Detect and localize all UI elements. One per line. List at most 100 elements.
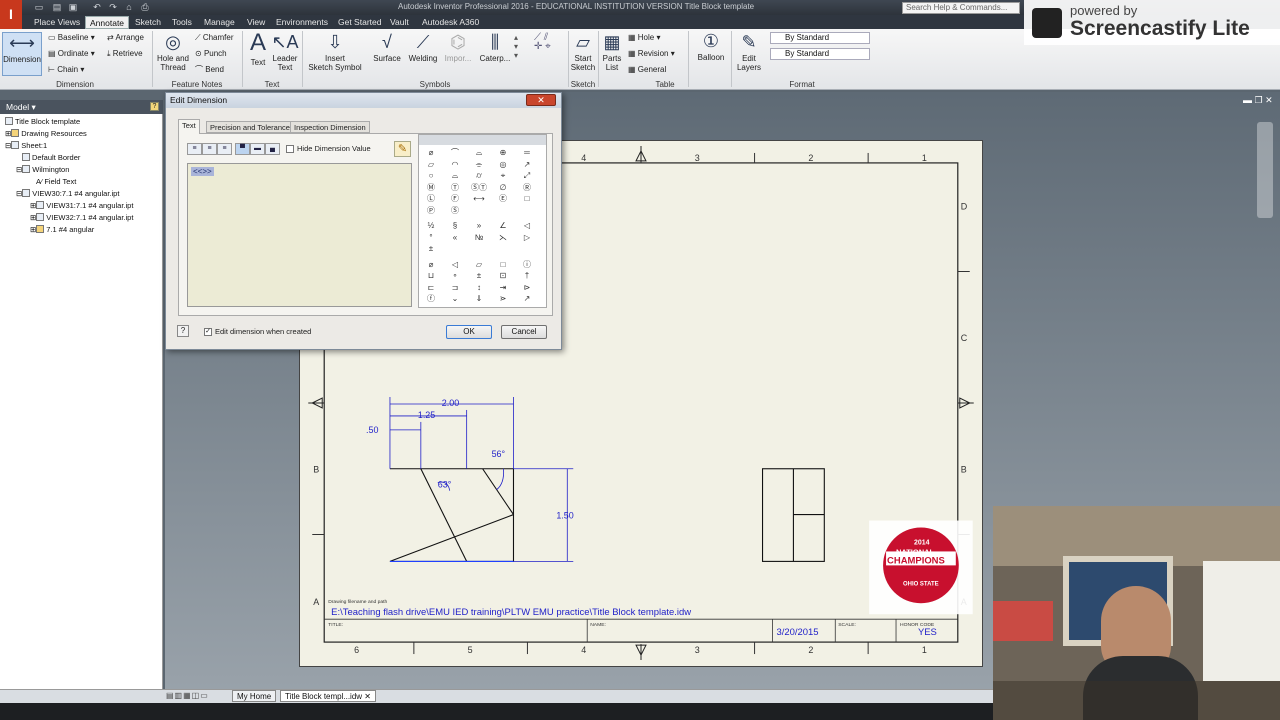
style-select-1[interactable]: By Standard <box>770 32 870 44</box>
edit-text-pencil-icon[interactable]: ✎ <box>394 141 411 157</box>
leader-text-button[interactable]: ↖A Leader Text <box>271 32 299 72</box>
navigation-bar[interactable] <box>1257 122 1273 218</box>
symbol-button[interactable]: $ <box>421 305 441 308</box>
symbol-button[interactable]: ⌖ <box>493 170 513 181</box>
tree-item-root[interactable]: Title Block template <box>5 117 80 127</box>
chamfer-button[interactable]: ⟋ Chamfer <box>195 33 234 42</box>
symbol-button[interactable] <box>517 305 537 308</box>
balloon-button[interactable]: ① Balloon <box>694 31 728 62</box>
redo-icon[interactable]: ↷ <box>108 2 118 12</box>
symbol-button[interactable]: ⊡ <box>493 270 513 281</box>
symbol-button[interactable]: ⓈⓉ <box>469 182 489 193</box>
dialog-close-button[interactable]: ✕ <box>526 94 556 106</box>
file-path[interactable]: E:\Teaching flash drive\EMU IED training… <box>331 607 691 618</box>
symbol-button[interactable]: ⊳ <box>517 282 537 293</box>
retrieve-button[interactable]: ⤓ Retrieve <box>107 49 143 58</box>
tab-inspection-dimension[interactable]: Inspection Dimension <box>290 121 370 133</box>
dim-56-deg[interactable]: 56° <box>492 449 506 459</box>
dim-1-25[interactable]: 1.25 <box>418 410 435 420</box>
symbol-button[interactable] <box>445 243 465 254</box>
symbol-button[interactable]: ∠ <box>493 220 513 231</box>
date-value[interactable]: 3/20/2015 <box>776 627 818 638</box>
symbol-button[interactable] <box>493 243 513 254</box>
symbol-button[interactable]: Ⓣ <box>445 182 465 193</box>
close-icon[interactable]: ✕ <box>364 692 371 701</box>
baseline-button[interactable]: ▭ Baseline ▾ <box>48 33 95 42</box>
symbol-button[interactable]: ↗ <box>517 159 537 170</box>
symbol-library[interactable]: ⌀ ⌒ ⌓ ⊕ ═ ▱ ◠ ⌯ ◎ ↗ ○ ⌓ ⌭ ⌖ ⤢ Ⓜ Ⓣ ⓈⓉ ∅ Ⓡ Ⓛ Ⓕ ⟷ Ⓔ □ Ⓟ Ⓢ ½ § » ∠ ◁ ° « № ⋋ ▷ ± ⌀… <box>418 134 547 308</box>
front-view[interactable] <box>389 468 515 562</box>
symbol-button[interactable] <box>517 243 537 254</box>
symbol-button[interactable]: □ <box>493 259 513 270</box>
cancel-button[interactable]: Cancel <box>501 325 547 339</box>
honor-value[interactable]: YES <box>918 627 937 638</box>
parts-list-button[interactable]: ▦ Parts List <box>601 32 623 72</box>
symbol-button[interactable]: ◁ <box>445 259 465 270</box>
symbol-button[interactable]: ⓘ <box>517 259 537 270</box>
symbol-filter-bar[interactable] <box>419 135 546 145</box>
tab-environments[interactable]: Environments <box>272 16 332 29</box>
symbol-button[interactable]: Ⓛ <box>421 193 441 204</box>
edit-when-created-checkbox[interactable]: ✓ <box>204 328 212 336</box>
symbols-scroll-icon[interactable]: ▴ ▾ ▾ <box>514 33 518 60</box>
window-controls[interactable]: ▬ ❐ ✕ <box>1243 95 1279 105</box>
side-view[interactable] <box>761 468 825 562</box>
tree-item-view32[interactable]: ⊞ VIEW32:7.1 #4 angular.ipt <box>30 213 133 223</box>
document-nav-icons[interactable]: ▤▥▦◫▭ <box>166 691 228 701</box>
symbol-button[interactable]: Ⓢ <box>445 205 465 216</box>
tab-sketch[interactable]: Sketch <box>131 16 165 29</box>
align-left-icon[interactable]: ≡ <box>187 143 202 155</box>
valign-middle-icon[interactable]: ▬ <box>250 143 265 155</box>
symbol-button[interactable]: ∅ <box>493 182 513 193</box>
tree-item-drawing-resources[interactable]: ⊞ Drawing Resources <box>5 129 87 139</box>
tree-item-view30[interactable]: ⊟ VIEW30:7.1 #4 angular.ipt <box>16 189 119 199</box>
valign-bottom-icon[interactable]: ▄ <box>265 143 280 155</box>
symbol-button[interactable]: ⌓ <box>469 147 489 158</box>
symbol-button[interactable]: « <box>445 232 465 243</box>
symbol-button[interactable]: ◿ <box>469 305 489 308</box>
symbol-button[interactable]: □ <box>517 193 537 204</box>
symbol-button[interactable] <box>493 305 513 308</box>
symbol-button[interactable]: ◠ <box>445 159 465 170</box>
home-icon[interactable]: ⌂ <box>124 2 134 12</box>
tree-item-view31[interactable]: ⊞ VIEW31:7.1 #4 angular.ipt <box>30 201 133 211</box>
symbol-button[interactable]: ° <box>421 232 441 243</box>
ordinate-button[interactable]: ▤ Ordinate ▾ <box>48 49 95 58</box>
ok-button[interactable]: OK <box>446 325 492 339</box>
save-icon[interactable]: ▣ <box>68 2 78 12</box>
symbol-button[interactable]: Ⓡ <box>517 182 537 193</box>
symbol-button[interactable]: ⌯ <box>469 159 489 170</box>
symbol-button[interactable]: ⌓ <box>445 170 465 181</box>
symbol-button[interactable]: Ⓕ <box>445 193 465 204</box>
start-sketch-button[interactable]: ▱ Start Sketch <box>570 32 596 72</box>
open-icon[interactable]: ▤ <box>52 2 62 12</box>
arrange-button[interactable]: ⇄ Arrange <box>107 33 144 42</box>
print-icon[interactable]: ⎙ <box>140 2 150 12</box>
symbol-button[interactable]: ⌀ <box>421 147 441 158</box>
tab-annotate[interactable]: Annotate <box>85 16 130 29</box>
edit-layers-button[interactable]: ✎ Edit Layers <box>735 32 763 72</box>
dimension-value-token[interactable]: <<>> <box>191 167 214 176</box>
symbol-button[interactable]: ⟷ <box>469 193 489 204</box>
tab-view[interactable]: View <box>243 16 269 29</box>
symbol-button[interactable]: ○ <box>421 170 441 181</box>
symbol-button[interactable]: ⋗ <box>493 293 513 304</box>
text-button[interactable]: A Text <box>246 30 270 68</box>
search-input[interactable]: Search Help & Commands... <box>902 2 1020 14</box>
dim-1-50[interactable]: 1.50 <box>556 511 573 521</box>
symbol-button[interactable]: ⌭ <box>469 170 489 181</box>
new-icon[interactable]: ▭ <box>34 2 44 12</box>
symbol-button[interactable]: ⇓ <box>469 293 489 304</box>
symbol-button[interactable]: » <box>469 220 489 231</box>
punch-button[interactable]: ⊙ Punch <box>195 49 227 58</box>
dimension-text-editor[interactable]: <<>> <box>187 163 412 307</box>
symbol-button[interactable]: ▷ <box>517 232 537 243</box>
symbol-button[interactable]: ⌒ <box>445 147 465 158</box>
tab-my-home[interactable]: My Home <box>232 690 277 702</box>
symbol-button[interactable]: ± <box>469 270 489 281</box>
symbol-button[interactable]: № <box>469 232 489 243</box>
hole-table-button[interactable]: ▦ Hole ▾ <box>628 33 660 42</box>
symbol-button[interactable]: ◎ <box>493 159 513 170</box>
symbols-small-tools-icon[interactable]: ⟋ ⫽ ✛ ⌖ <box>534 33 551 52</box>
symbol-button[interactable]: ◁ <box>517 220 537 231</box>
